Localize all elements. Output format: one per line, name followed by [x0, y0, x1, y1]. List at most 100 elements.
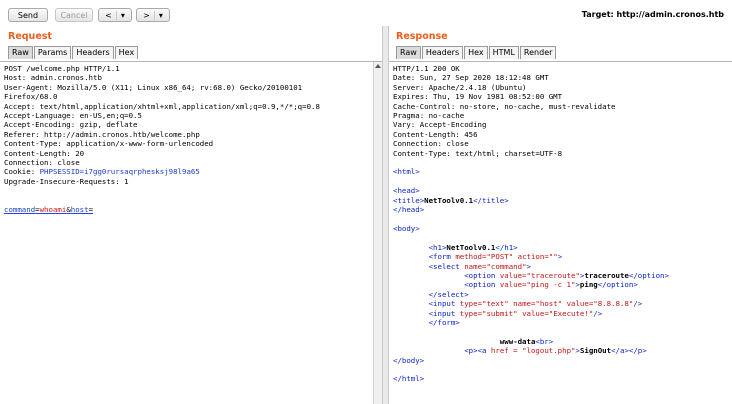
header-line: Referer: http://admin.cronos.htb/welcome… [4, 129, 200, 139]
forward-arrow-icon: > [143, 10, 150, 20]
html-tag: <option [464, 280, 496, 290]
param-value: whoami [39, 205, 67, 215]
request-text: POST /welcome.php HTTP/1.1 Host: admin.c… [4, 64, 320, 215]
tab-params[interactable]: Params [33, 46, 72, 59]
request-line: POST /welcome.php HTTP/1.1 [4, 64, 120, 73]
forward-button[interactable]: > ▾ [136, 8, 170, 22]
html-attr: type= [459, 308, 483, 318]
pane-splitter[interactable] [382, 26, 389, 404]
tab-headers[interactable]: Headers [72, 46, 114, 59]
html-text: NetToolv0.1 [446, 242, 496, 252]
response-text: HTTP/1.1 200 OK Date: Sun, 27 Sep 2020 1… [393, 64, 669, 384]
tab-hex[interactable]: Hex [114, 46, 139, 59]
tab-hex[interactable]: Hex [464, 46, 488, 59]
html-tag: <html> [393, 167, 420, 177]
header-line: Content-Type: text/html; charset=UTF-8 [393, 148, 563, 158]
html-attr: type= [459, 299, 483, 309]
html-tag: <p> [464, 346, 478, 356]
html-tag: <a [477, 346, 487, 356]
param-name: host [70, 205, 89, 215]
html-tag: <title> [393, 195, 425, 205]
target-label[interactable]: Target: http://admin.cronos.htb [582, 10, 724, 19]
header-line: Date: Sun, 27 Sep 2020 18:12:48 GMT [393, 73, 549, 83]
html-tag: <body> [393, 223, 420, 233]
html-attr-value: "submit" [482, 308, 518, 318]
html-attr-value: "8.8.8.8" [593, 299, 634, 309]
header-line: Accept-Encoding: gzip, deflate [4, 120, 138, 130]
request-editor[interactable]: POST /welcome.php HTTP/1.1 Host: admin.c… [0, 61, 382, 404]
header-line: Pragma: no-cache [393, 111, 465, 121]
html-attr: value= [499, 280, 527, 290]
html-attr-value: "POST" [486, 252, 514, 262]
html-tag: > [526, 261, 531, 271]
html-text: traceroute [584, 270, 629, 280]
html-tag: /> [593, 308, 603, 318]
html-attr-value: "traceroute" [526, 270, 580, 280]
html-tag: </head> [393, 205, 425, 215]
html-attr: value= [566, 299, 594, 309]
html-tag: <option [464, 270, 496, 280]
chevron-down-icon: ▾ [158, 10, 163, 20]
html-tag: </option> [628, 270, 669, 280]
response-title: Response [396, 31, 448, 42]
cookie-value: PHPSESSID=i7gg0rursaqrphesksj98l9a65 [39, 167, 200, 177]
html-attr: name= [464, 261, 487, 271]
html-tag: <select [428, 261, 460, 271]
html-attr: action= [517, 252, 549, 262]
scroll-up-icon[interactable] [375, 64, 381, 68]
back-button[interactable]: < ▾ [98, 8, 132, 22]
separator [115, 10, 117, 20]
status-line: HTTP/1.1 200 OK [393, 64, 460, 73]
back-arrow-icon: < [105, 10, 112, 20]
html-text: ping [579, 280, 598, 290]
command-output: www-data [499, 336, 536, 346]
html-attr-value: "text" [482, 299, 509, 309]
html-attr: value= [522, 308, 549, 318]
header-line: Cache-Control: no-store, no-cache, must-… [393, 101, 616, 111]
request-scrollbar[interactable] [373, 62, 382, 404]
response-editor[interactable]: HTTP/1.1 200 OK Date: Sun, 27 Sep 2020 1… [389, 61, 732, 404]
html-tag: </html> [393, 374, 425, 384]
html-attr-value: "Execute!" [548, 308, 594, 318]
header-line: Upgrade-Insecure-Requests: 1 [4, 176, 129, 186]
request-title: Request [8, 31, 52, 42]
html-tag: </body> [393, 355, 425, 365]
html-tag: </a> [611, 346, 629, 356]
tab-raw[interactable]: Raw [396, 46, 421, 59]
header-line: Host: admin.cronos.htb [4, 73, 102, 83]
tab-raw[interactable]: Raw [8, 46, 33, 59]
header-line: Accept-Language: en-US,en;q=0.5 [4, 111, 142, 121]
header-line: Content-Type: application/x-www-form-url… [4, 139, 214, 149]
request-body[interactable]: command=whoami&host= [4, 205, 93, 214]
chevron-down-icon: ▾ [120, 10, 125, 20]
html-tag: /> [633, 299, 643, 309]
html-tag: </form> [428, 317, 460, 327]
html-tag: <br> [535, 336, 554, 346]
html-text: NetToolv0.1 [424, 195, 474, 205]
html-tag: </p> [628, 346, 647, 356]
cookie-label: Cookie: [4, 167, 40, 177]
html-attr: method= [455, 252, 487, 262]
html-tag: <form [428, 252, 451, 262]
html-attr: value= [499, 270, 527, 280]
header-line: Expires: Thu, 19 Nov 1981 08:52:00 GMT [393, 92, 563, 102]
param-name: command [4, 205, 36, 215]
html-tag: </select> [428, 289, 469, 299]
param-eq: = [88, 205, 94, 215]
tab-html[interactable]: HTML [488, 46, 519, 59]
tab-headers[interactable]: Headers [421, 46, 464, 59]
html-attr-value: "ping -c 1" [526, 280, 576, 290]
cancel-button[interactable]: Cancel [55, 8, 93, 22]
html-text: SignOut [579, 346, 612, 356]
html-tag: > [557, 252, 563, 262]
html-tag: <head> [393, 186, 420, 196]
header-line: Content-Length: 456 [393, 129, 478, 139]
html-tag: <input [428, 299, 456, 309]
header-line: Content-Length: 20 [4, 148, 85, 158]
toolbar: Send Cancel < ▾ > ▾ Target: http://admin.c… [0, 0, 732, 26]
separator [153, 10, 155, 20]
html-attr-value: "command" [486, 261, 527, 271]
tab-render[interactable]: Render [519, 46, 557, 59]
header-line: User-Agent: Mozilla/5.0 (X11; Linux x86_… [4, 82, 303, 92]
send-button[interactable]: Send [8, 8, 48, 22]
